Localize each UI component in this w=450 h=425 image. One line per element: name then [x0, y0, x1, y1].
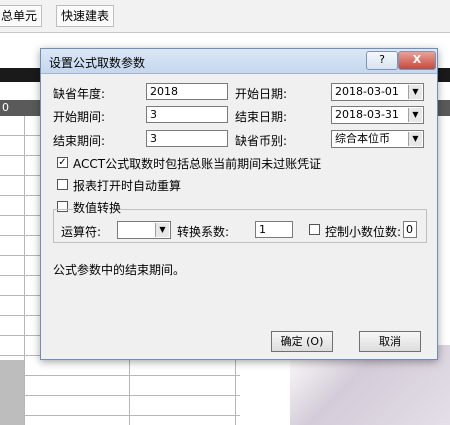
default-year-input[interactable]: 2018 — [146, 83, 228, 100]
cancel-button[interactable]: 取消 — [359, 331, 421, 352]
start-date-combo[interactable]: 2018-03-01 ▼ — [331, 83, 424, 101]
default-currency-combo[interactable]: 综合本位币 ▼ — [331, 130, 424, 148]
close-button[interactable]: X — [398, 51, 436, 70]
operator-label: 运算符: — [61, 225, 102, 239]
end-date-combo[interactable]: 2018-03-31 ▼ — [331, 106, 424, 124]
app-toolbar: 总单元 快速建表 — [0, 0, 450, 33]
end-period-input[interactable]: 3 — [146, 130, 228, 147]
start-date-label: 开始日期: — [235, 87, 288, 101]
start-date-value: 2018-03-01 — [335, 85, 399, 98]
convert-factor-label: 转换系数: — [177, 225, 230, 239]
formula-params-dialog: 设置公式取数参数 ? X 缺省年度: 2018 开始日期: 2018-03-01… — [40, 48, 438, 360]
ok-button[interactable]: 确定 (O) — [271, 331, 333, 352]
dialog-titlebar[interactable]: 设置公式取数参数 ? X — [41, 49, 437, 74]
default-currency-label: 缺省币别: — [235, 134, 288, 148]
hint-text: 公式参数中的结束期间。 — [53, 263, 186, 277]
default-currency-value: 综合本位币 — [335, 132, 390, 145]
acct-include-checkbox[interactable]: ✓ — [57, 157, 68, 168]
chevron-down-icon[interactable]: ▼ — [408, 85, 422, 99]
decimal-control-checkbox[interactable] — [309, 224, 320, 235]
start-period-input[interactable]: 3 — [146, 106, 228, 123]
dialog-title: 设置公式取数参数 — [49, 56, 146, 70]
default-year-label: 缺省年度: — [53, 87, 106, 101]
decimal-control-input[interactable]: 0 — [403, 221, 417, 238]
help-icon: ? — [379, 53, 385, 66]
chevron-down-icon[interactable]: ▼ — [408, 108, 422, 122]
close-icon: X — [412, 53, 422, 66]
chevron-down-icon[interactable]: ▼ — [408, 132, 422, 146]
convert-factor-input[interactable]: 1 — [255, 221, 293, 238]
operator-combo[interactable]: ▼ — [117, 221, 171, 239]
start-period-label: 开始期间: — [53, 110, 106, 124]
chevron-down-icon[interactable]: ▼ — [155, 223, 169, 237]
quick-build-button[interactable]: 快速建表 — [56, 5, 115, 27]
sheet-row-header — [0, 360, 24, 425]
sheet-marker: 0 — [2, 101, 9, 114]
end-date-value: 2018-03-31 — [335, 108, 399, 121]
auto-recalc-label: 报表打开时自动重算 — [73, 179, 182, 193]
end-period-label: 结束期间: — [53, 134, 106, 148]
help-button[interactable]: ? — [366, 51, 398, 70]
end-date-label: 结束日期: — [235, 110, 288, 124]
acct-include-label: ACCT公式取数时包括总账当前期间未过账凭证 — [73, 157, 322, 171]
summary-cell-button[interactable]: 总单元 — [0, 5, 43, 27]
auto-recalc-checkbox[interactable] — [57, 179, 68, 190]
value-convert-label: 数值转换 — [73, 199, 122, 216]
decimal-control-label: 控制小数位数: — [325, 225, 402, 239]
